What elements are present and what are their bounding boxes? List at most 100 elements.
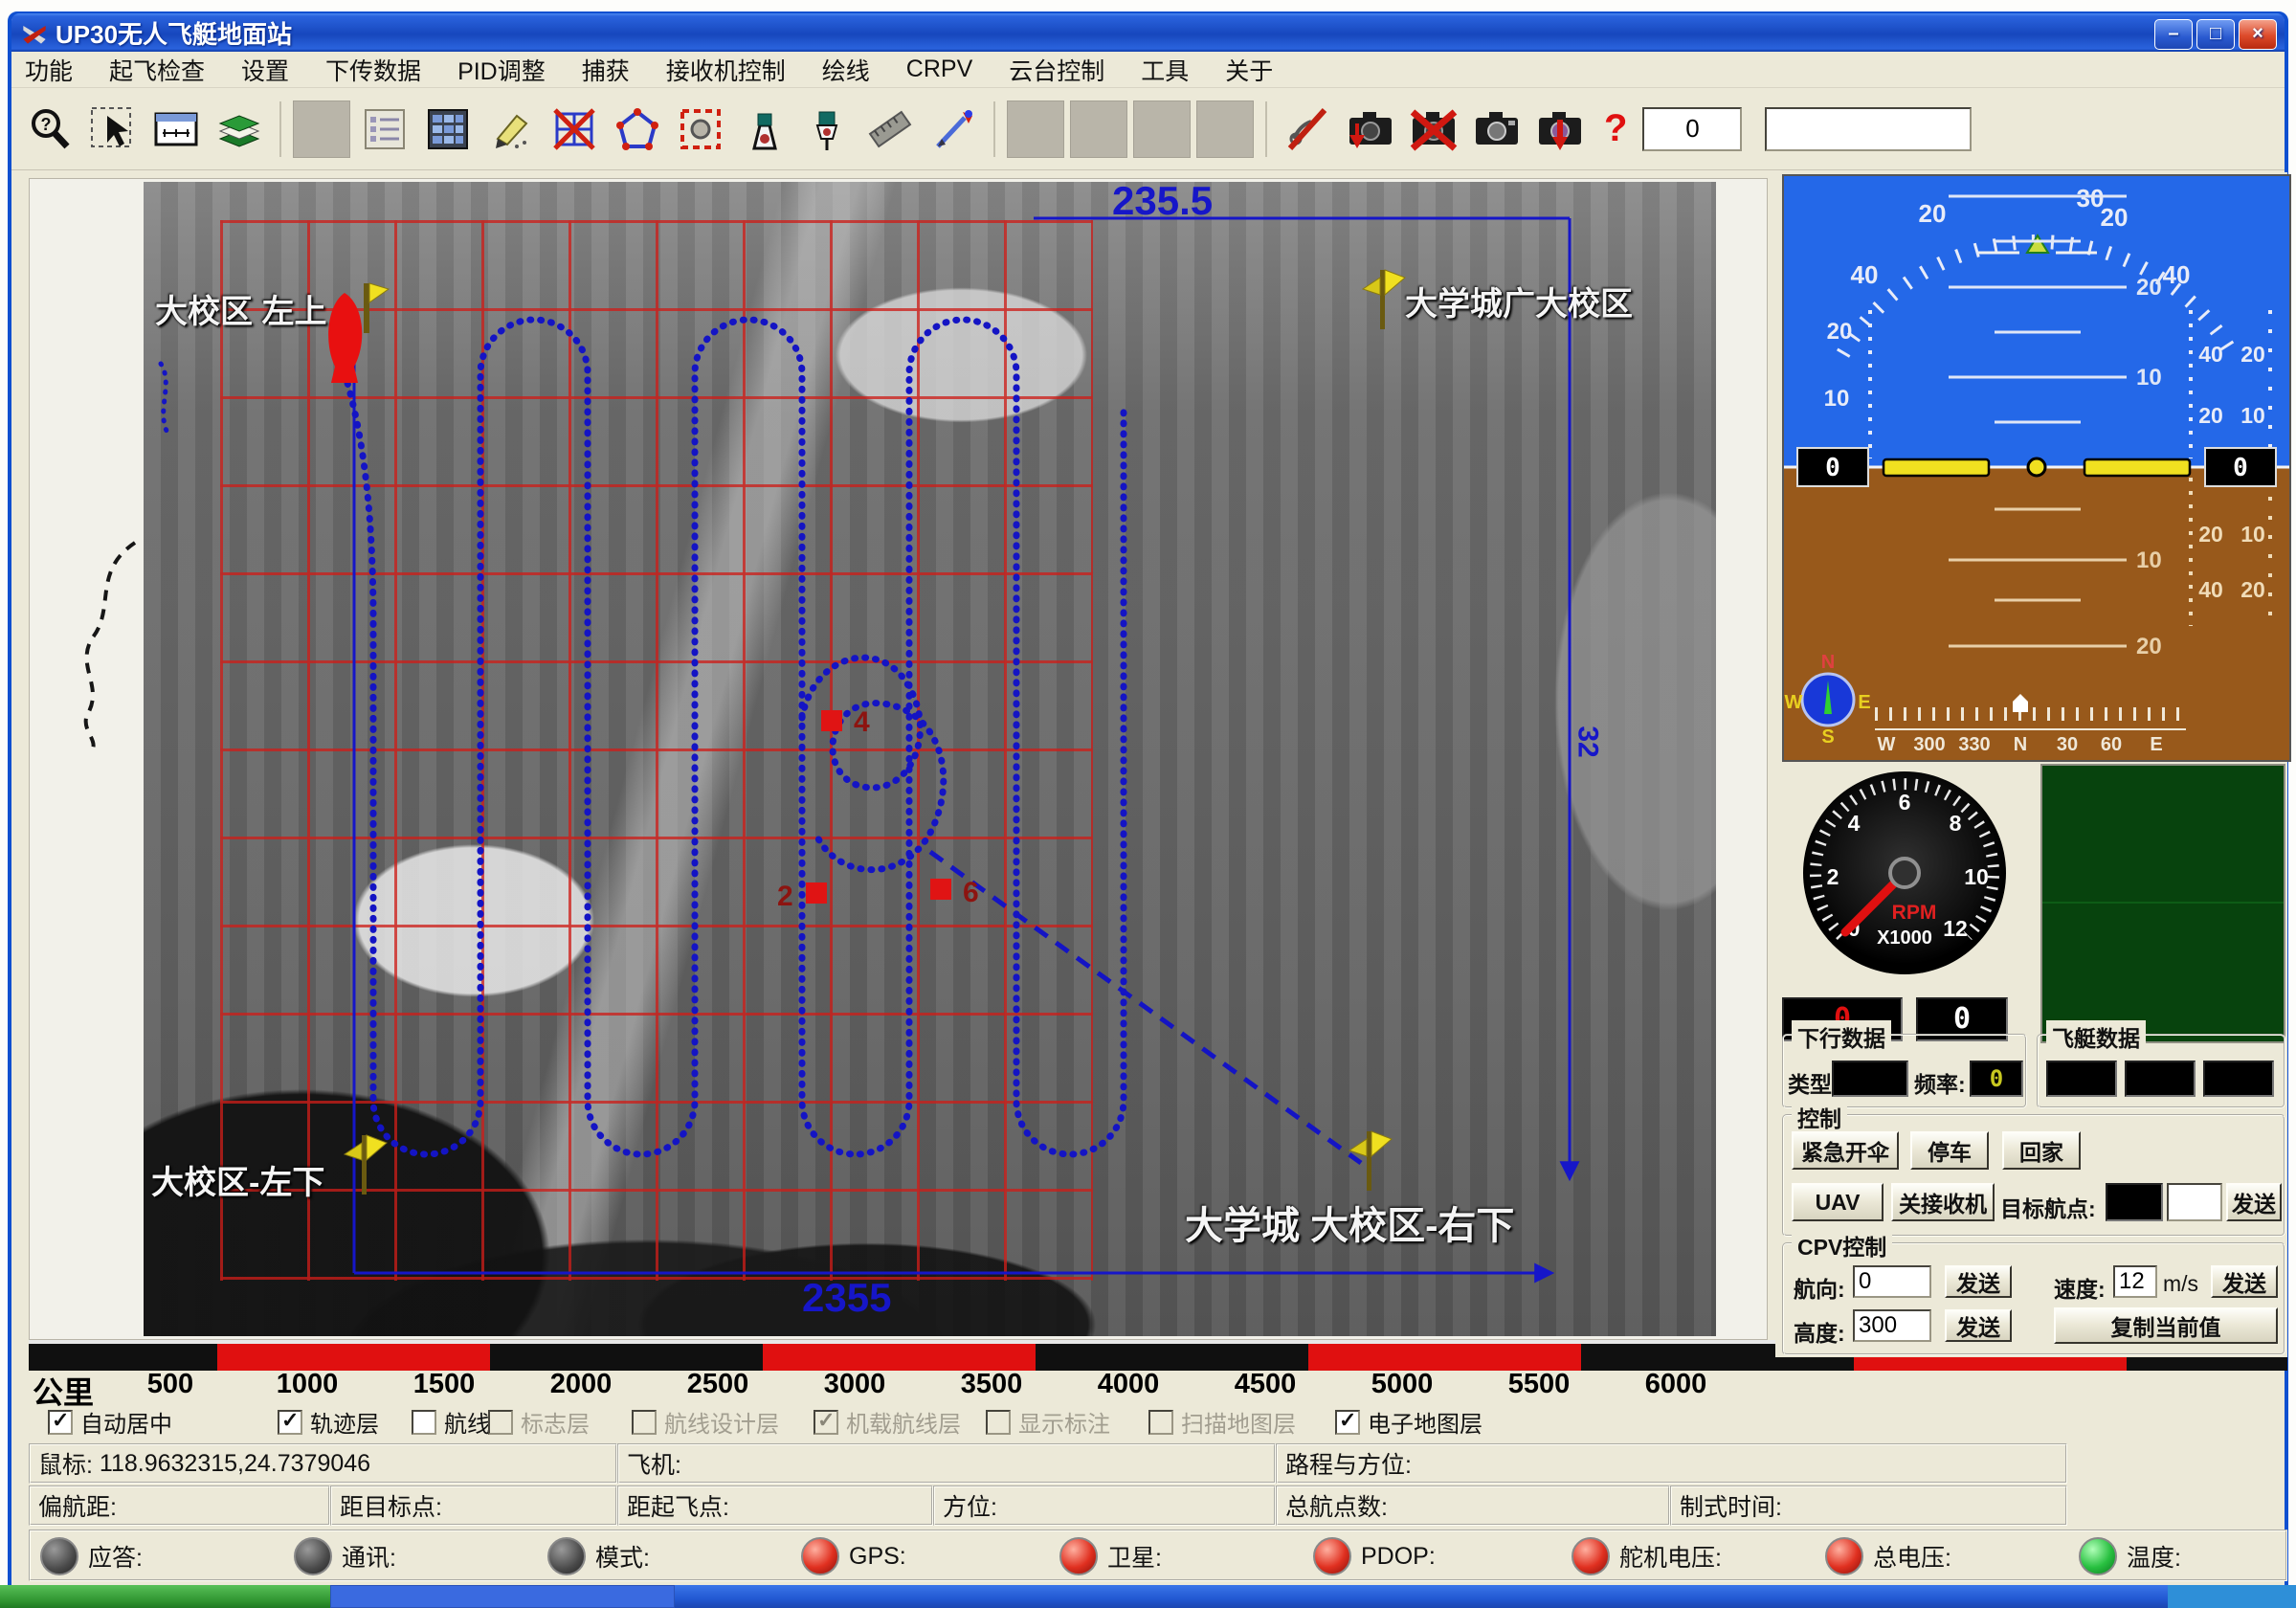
led-icon — [2079, 1537, 2117, 1575]
minimize-button[interactable]: – — [2154, 19, 2193, 50]
send-target-button[interactable]: 发送 — [2226, 1183, 2282, 1221]
checkbox-icon[interactable] — [48, 1410, 73, 1435]
layers-button[interactable] — [211, 100, 268, 158]
menu-download-data[interactable]: 下传数据 — [325, 53, 421, 87]
ink-marker-button[interactable] — [735, 100, 792, 158]
camera-cancel-icon — [1409, 106, 1459, 152]
speed-input[interactable] — [2113, 1265, 2157, 1298]
checkbox-icon — [488, 1410, 513, 1435]
checkbox-icon[interactable] — [278, 1410, 302, 1435]
svg-text:12: 12 — [1943, 916, 1968, 941]
camera-download-button[interactable] — [1531, 100, 1589, 158]
draw-pen-button[interactable] — [482, 100, 540, 158]
list-view-button[interactable] — [356, 100, 413, 158]
menu-about[interactable]: 关于 — [1225, 53, 1273, 87]
copy-current-values-button[interactable]: 复制当前值 — [2054, 1307, 2278, 1344]
led-icon — [547, 1537, 586, 1575]
send-heading-button[interactable]: 发送 — [1945, 1265, 2012, 1298]
menu-receiver-control[interactable]: 接收机控制 — [666, 53, 786, 87]
menu-tools[interactable]: 工具 — [1141, 53, 1189, 87]
delete-route-icon — [551, 106, 597, 152]
mouse-coordinates: 118.9632315,24.7379046 — [100, 1450, 370, 1478]
layer-toggle-row: 自动居中 轨迹层 航线 标志层 航线设计层 机载航线层 显示标注 扫描地图层 电… — [29, 1405, 2287, 1440]
satellite-map[interactable]: 4 2 6 大校区 左上 大学城广大校区 大校区-左下 大学城 大校区-右下 — [144, 182, 1716, 1336]
rpm-gauge: 0 2 4 6 8 10 12 RPM X1000 — [1782, 764, 2029, 994]
blank-button[interactable] — [1133, 100, 1191, 158]
checkbox-auto-center[interactable]: 自动居中 — [48, 1405, 172, 1439]
heading-input[interactable] — [1853, 1265, 1931, 1298]
layers-icon — [214, 106, 264, 152]
send-altitude-button[interactable]: 发送 — [1945, 1309, 2012, 1342]
svg-text:0: 0 — [2233, 454, 2248, 482]
altitude-input[interactable] — [1853, 1309, 1931, 1342]
checkbox-electronic-map-layer[interactable]: 电子地图层 — [1335, 1405, 1482, 1439]
led-satellite: 卫星: — [1059, 1537, 1162, 1575]
blank-button[interactable] — [293, 100, 350, 158]
led-icon — [1825, 1537, 1863, 1575]
blank-button[interactable] — [1007, 100, 1064, 158]
svg-text:20: 20 — [2136, 275, 2162, 301]
airship-display-1 — [2046, 1061, 2117, 1097]
grid-view-button[interactable] — [419, 100, 477, 158]
ruler-icon — [867, 106, 913, 152]
start-button[interactable] — [0, 1585, 330, 1608]
svg-text:10: 10 — [2136, 547, 2162, 573]
target-waypoint-display — [2106, 1183, 2163, 1221]
target-waypoint-input[interactable] — [2167, 1183, 2222, 1221]
menu-pid-tuning[interactable]: PID调整 — [457, 53, 546, 87]
menu-gimbal-control[interactable]: 云台控制 — [1009, 53, 1104, 87]
blank-button[interactable] — [1196, 100, 1254, 158]
menu-function[interactable]: 功能 — [25, 53, 73, 87]
checkbox-route[interactable]: 航线 — [412, 1405, 490, 1439]
camera-cancel-button[interactable] — [1405, 100, 1462, 158]
engine-stop-button[interactable]: 停车 — [1910, 1131, 1989, 1170]
scale-tick: 500 — [123, 1369, 218, 1400]
uav-button[interactable]: UAV — [1792, 1183, 1884, 1221]
close-button[interactable]: × — [2239, 19, 2277, 50]
menu-preflight-check[interactable]: 起飞检查 — [109, 53, 205, 87]
downlink-type-display — [1832, 1061, 1908, 1097]
menu-draw-line[interactable]: 绘线 — [822, 53, 870, 87]
return-home-button[interactable]: 回家 — [2002, 1131, 2081, 1170]
led-icon — [1313, 1537, 1351, 1575]
svg-text:X1000: X1000 — [1877, 927, 1932, 949]
command-input[interactable] — [1765, 107, 1972, 151]
status-waypoint-count: 总航点数: — [1276, 1485, 1670, 1526]
polygon-route-button[interactable] — [609, 100, 666, 158]
menu-capture[interactable]: 捕获 — [582, 53, 630, 87]
menu-settings[interactable]: 设置 — [241, 53, 289, 87]
dimension-label-right: 32 — [1572, 726, 1604, 757]
zoom-help-button[interactable]: ? — [21, 100, 78, 158]
delete-route-button[interactable] — [546, 100, 603, 158]
camera-capture-button[interactable] — [1468, 100, 1526, 158]
region-select-button[interactable] — [672, 100, 729, 158]
checkbox-track-layer[interactable]: 轨迹层 — [278, 1405, 379, 1439]
attitude-indicator: 20 40 30 20 40 20 10 4020 2010 2010 4020 — [1782, 174, 2291, 762]
menu-crpv[interactable]: CRPV — [906, 56, 972, 83]
scale-tick: 6000 — [1628, 1369, 1724, 1400]
taskbar-window-button[interactable] — [330, 1585, 675, 1608]
status-aircraft: 飞机: — [617, 1443, 1276, 1484]
receiver-off-button[interactable]: 关接收机 — [1891, 1183, 1995, 1221]
checkbox-icon[interactable] — [412, 1410, 436, 1435]
maximize-button[interactable]: □ — [2196, 19, 2235, 50]
waypoint-label: 6 — [963, 877, 979, 909]
camera-upload-button[interactable] — [1342, 100, 1399, 158]
select-tool-button[interactable] — [84, 100, 142, 158]
line-pen-button[interactable] — [925, 100, 982, 158]
checkbox-icon[interactable] — [1335, 1410, 1360, 1435]
emergency-parachute-button[interactable]: 紧急开伞 — [1792, 1131, 1899, 1170]
blank-button[interactable] — [1070, 100, 1127, 158]
ruler-button[interactable] — [861, 100, 919, 158]
svg-text:40: 40 — [2198, 577, 2223, 602]
scale-tick: 1000 — [259, 1369, 355, 1400]
scale-tick: 4000 — [1081, 1369, 1176, 1400]
pushpin-button[interactable] — [798, 100, 856, 158]
flag-icon — [1348, 1128, 1395, 1196]
downlink-group: 下行数据 类型 频率: 0 — [1782, 1034, 2027, 1108]
send-speed-button[interactable]: 发送 — [2211, 1265, 2278, 1298]
no-draw-button[interactable] — [1279, 100, 1336, 158]
svg-text:20: 20 — [2198, 522, 2223, 547]
count-input[interactable] — [1642, 107, 1742, 151]
measure-window-button[interactable] — [147, 100, 205, 158]
